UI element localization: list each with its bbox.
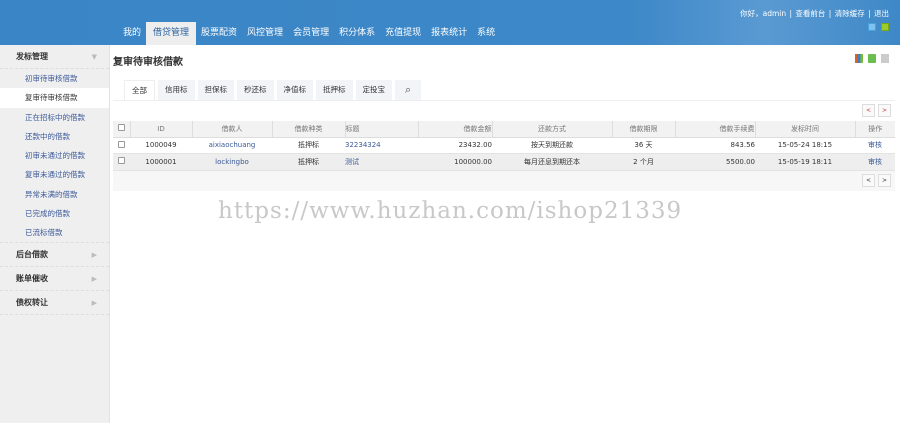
print-icon[interactable] [868, 54, 876, 63]
col-type[interactable]: 借款种类 [271, 121, 345, 138]
term-cell: 2 个月 [612, 153, 675, 171]
row-checkbox[interactable] [118, 157, 125, 165]
logout-link[interactable]: 退出 [874, 9, 889, 18]
sidebar-item[interactable]: 正在招标中的借款 [0, 108, 109, 127]
col-fee[interactable]: 借款手续费 [674, 121, 755, 138]
title-cell[interactable]: 32234324 [345, 137, 418, 154]
sidebar-item[interactable]: 初审待审核借款 [0, 69, 109, 88]
time-cell: 15-05-24 18:15 [755, 137, 855, 154]
tab-instant[interactable]: 秒还标 [237, 80, 274, 100]
tab-fixed-invest[interactable]: 定投宝 [355, 80, 392, 100]
sidebar-item[interactable]: 已流标借款 [0, 223, 109, 243]
id-cell: 1000049 [130, 137, 192, 154]
nav-points[interactable]: 积分体系 [334, 22, 380, 45]
search-icon[interactable]: ⌕ [395, 80, 422, 100]
chevron-down-icon: ▼ [91, 53, 97, 61]
select-all-checkbox[interactable] [117, 124, 125, 132]
tab-guarantee[interactable]: 担保标 [197, 80, 234, 100]
view-frontend-link[interactable]: 查看前台 [795, 9, 825, 18]
theme-green-button[interactable] [881, 23, 889, 31]
sidebar-group-backend-loan[interactable]: 后台借款 ▶ [0, 243, 109, 267]
col-title[interactable]: 标题 [344, 121, 418, 138]
col-repay-method[interactable]: 还款方式 [491, 121, 612, 138]
next-page-button-bottom[interactable]: > [878, 174, 891, 187]
borrower-cell[interactable]: lockingbo [192, 153, 272, 171]
id-cell: 1000001 [130, 153, 192, 171]
amount-cell: 100000.00 [418, 153, 492, 171]
nav-stock[interactable]: 股票配资 [196, 22, 242, 45]
type-cell: 抵押标 [272, 137, 345, 154]
group-label: 债权转让 [16, 297, 48, 307]
col-amount[interactable]: 借款金额 [417, 121, 492, 138]
chart-icon[interactable] [855, 54, 863, 63]
nav-reports[interactable]: 报表统计 [426, 22, 472, 45]
nav-risk[interactable]: 风控管理 [242, 22, 288, 45]
nav-members[interactable]: 会员管理 [288, 22, 334, 45]
next-page-button[interactable]: > [878, 104, 891, 117]
nav-mine[interactable]: 我的 [118, 22, 146, 45]
nav-recharge[interactable]: 充值提现 [380, 22, 426, 45]
col-action[interactable]: 操作 [854, 121, 895, 138]
top-links: 你好，admin | 查看前台 | 清除缓存 | 退出 [740, 9, 889, 18]
sidebar-item[interactable]: 已完成的借款 [0, 204, 109, 223]
col-term[interactable]: 借款期限 [611, 121, 675, 138]
group-label: 发标管理 [16, 52, 48, 61]
chevron-right-icon: ▶ [91, 274, 97, 283]
term-cell: 36 天 [612, 137, 675, 154]
tab-all[interactable]: 全部 [124, 80, 155, 100]
sidebar-group-bidding[interactable]: 发标管理 ▼ [0, 45, 109, 69]
group-label: 后台借款 [16, 249, 48, 259]
sidebar-group-collection[interactable]: 账单催收 ▶ [0, 267, 109, 291]
chevron-right-icon: ▶ [91, 298, 97, 307]
col-borrower[interactable]: 借款人 [191, 121, 272, 138]
fee-cell: 843.56 [675, 137, 755, 154]
group-label: 账单催收 [16, 273, 48, 283]
loan-type-tabs: 全部 信用标 担保标 秒还标 净值标 抵押标 定投宝 ⌕ [124, 80, 422, 100]
sidebar-item[interactable]: 初审未通过的借款 [0, 146, 109, 165]
time-cell: 15-05-19 18:11 [755, 153, 855, 171]
watermark: https://www.huzhan.com/ishop21339 [218, 198, 683, 224]
tab-mortgage[interactable]: 抵押标 [316, 80, 353, 100]
table-row: 1000001 lockingbo 抵押标 测试 100000.00 每月还息到期还本 2 … [113, 153, 895, 171]
row-checkbox[interactable] [118, 140, 125, 148]
repay-method-cell: 按天到期还款 [492, 137, 612, 154]
tab-credit[interactable]: 信用标 [158, 80, 195, 100]
prev-page-button[interactable]: < [862, 104, 875, 117]
fee-cell: 5500.00 [675, 153, 755, 171]
main-nav: 我的 借贷管理 股票配资 风控管理 会员管理 积分体系 充值提现 报表统计 系统 [118, 22, 500, 45]
table-row: 1000049 aixiaochuang 抵押标 32234324 23432.00 按天… [113, 137, 895, 154]
prev-page-button-bottom[interactable]: < [862, 174, 875, 187]
top-header: 我的 借贷管理 股票配资 风控管理 会员管理 积分体系 充值提现 报表统计 系统… [0, 0, 900, 45]
review-link-cell[interactable]: 审核 [855, 153, 895, 171]
table-header: ID 借款人 借款种类 标题 借款金额 还款方式 借款期限 借款手续费 发标时间… [113, 121, 895, 138]
sidebar-item[interactable]: 还款中的借款 [0, 127, 109, 146]
clear-cache-link[interactable]: 清除缓存 [835, 9, 865, 18]
toolbar [855, 54, 889, 63]
export-icon[interactable] [881, 54, 889, 63]
title-cell[interactable]: 测试 [345, 153, 418, 171]
tab-net-value[interactable]: 净值标 [276, 80, 313, 100]
nav-loan-management[interactable]: 借贷管理 [146, 22, 197, 45]
borrower-cell[interactable]: aixiaochuang [192, 137, 272, 154]
amount-cell: 23432.00 [418, 137, 492, 154]
review-link-cell[interactable]: 审核 [855, 137, 895, 154]
page-title: 复审待审核借款 [113, 57, 183, 68]
sidebar-item[interactable]: 异常未满的借款 [0, 185, 109, 204]
theme-blue-button[interactable] [868, 23, 876, 31]
divider [113, 100, 895, 101]
sidebar: 发标管理 ▼ 初审待审核借款 复审待审核借款 正在招标中的借款 还款中的借款 初审… [0, 45, 110, 423]
sidebar-group-debt-transfer[interactable]: 债权转让 ▶ [0, 291, 109, 315]
checkbox-cell [113, 153, 130, 171]
loan-table: ID 借款人 借款种类 标题 借款金额 还款方式 借款期限 借款手续费 发标时间… [113, 121, 895, 191]
nav-system[interactable]: 系统 [472, 22, 500, 45]
greeting: 你好，admin [740, 9, 787, 18]
type-cell: 抵押标 [272, 153, 345, 171]
checkbox-cell [113, 137, 130, 154]
col-time[interactable]: 发标时间 [754, 121, 855, 138]
sidebar-item-active[interactable]: 复审待审核借款 [0, 88, 109, 108]
repay-method-cell: 每月还息到期还本 [492, 153, 612, 171]
sidebar-item[interactable]: 复审未通过的借款 [0, 165, 109, 184]
chevron-right-icon: ▶ [91, 250, 97, 259]
col-id[interactable]: ID [129, 121, 192, 138]
